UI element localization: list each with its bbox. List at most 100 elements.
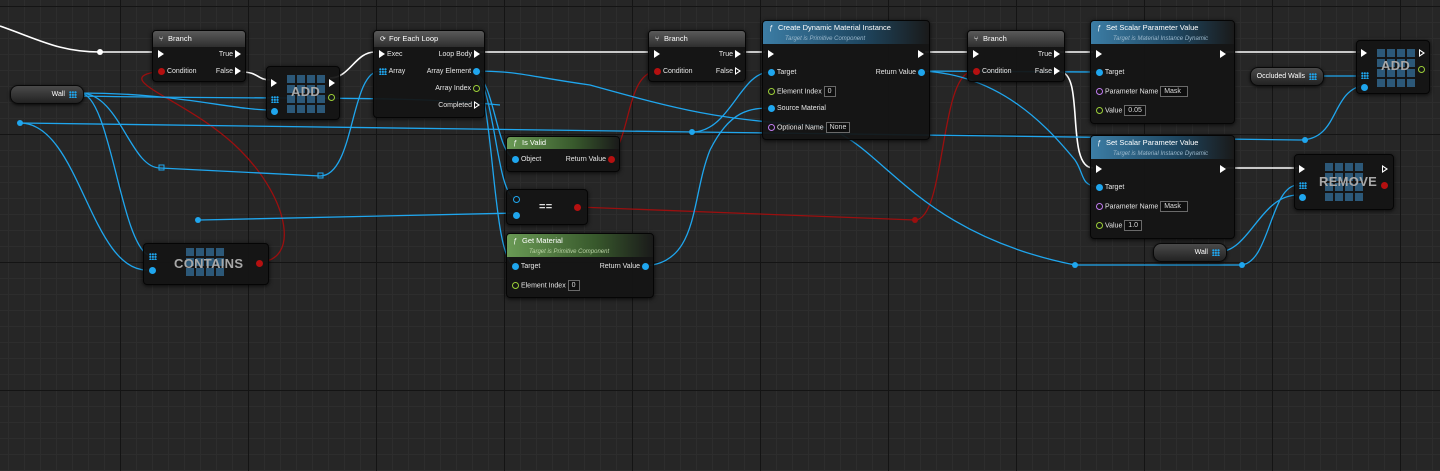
remove-array-node[interactable]: REMOVE: [1294, 154, 1394, 210]
for-each-loop-node[interactable]: ⟳ For Each Loop Exec Array Loop Body Arra…: [373, 30, 485, 118]
parameter-name-field[interactable]: Mask: [1160, 86, 1189, 97]
array-pin[interactable]: [1361, 71, 1369, 79]
node-title: REMOVE: [1319, 174, 1378, 189]
add-array-node-1[interactable]: ADD: [266, 66, 340, 120]
index-pin[interactable]: [1418, 65, 1425, 73]
condition-pin[interactable]: [654, 67, 661, 75]
return-pin[interactable]: [608, 155, 615, 163]
bool-wire: [141, 71, 285, 263]
item-pin[interactable]: [149, 266, 156, 274]
occluded-walls-variable[interactable]: Occluded Walls: [1250, 67, 1324, 86]
exec-wire: [0, 25, 152, 53]
exec-in-pin[interactable]: [1299, 165, 1305, 174]
optional-name-pin[interactable]: [768, 124, 775, 131]
exec-false-pin[interactable]: [235, 67, 241, 76]
return-pin[interactable]: [642, 262, 649, 270]
exec-in-pin[interactable]: [158, 50, 164, 59]
exec-in-pin[interactable]: [654, 50, 660, 59]
array-index-pin[interactable]: [473, 84, 480, 92]
exec-in-pin[interactable]: [1096, 50, 1102, 59]
value-field[interactable]: 0.05: [1124, 105, 1146, 116]
array-pin[interactable]: [271, 95, 279, 103]
wall-variable-2[interactable]: Wall: [1153, 243, 1227, 262]
result-pin[interactable]: [1381, 181, 1388, 189]
completed-pin[interactable]: [474, 101, 480, 110]
add-array-node-2[interactable]: ADD: [1356, 40, 1430, 94]
element-index-pin[interactable]: [768, 88, 775, 95]
exec-in-pin[interactable]: [768, 50, 774, 59]
array-pin[interactable]: [379, 67, 387, 75]
exec-label: Exec: [386, 51, 403, 58]
exec-true-pin[interactable]: [235, 50, 241, 59]
item-pin[interactable]: [1361, 83, 1368, 91]
result-pin[interactable]: [256, 259, 263, 267]
target-pin[interactable]: [1096, 183, 1103, 191]
branch-node-3[interactable]: ⑂ Branch True Condition False: [967, 30, 1065, 82]
element-index-pin[interactable]: [512, 282, 519, 289]
equals-node[interactable]: ==: [506, 189, 588, 225]
array-pin[interactable]: [69, 91, 77, 98]
exec-false-pin[interactable]: [735, 67, 741, 76]
optional-name-field[interactable]: None: [825, 122, 851, 133]
value-pin[interactable]: [1096, 222, 1103, 229]
target-label: Target: [1104, 69, 1125, 76]
parameter-name-label: Parameter Name: [1104, 203, 1159, 211]
exec-true-pin[interactable]: [1054, 50, 1060, 59]
exec-in-pin[interactable]: [379, 50, 385, 59]
object-wire: [79, 92, 273, 111]
exec-in-pin[interactable]: [973, 50, 979, 59]
branch-icon: ⑂: [655, 36, 660, 43]
exec-false-pin[interactable]: [1054, 67, 1060, 76]
get-material-node[interactable]: ƒ Get Material Target is Primitive Compone…: [506, 233, 654, 298]
return-pin[interactable]: [574, 203, 581, 211]
array-pin[interactable]: [1309, 73, 1317, 80]
node-title: Branch: [664, 34, 688, 43]
create-dynamic-material-instance-node[interactable]: ƒ Create Dynamic Material Instance Target …: [762, 20, 930, 140]
branch-node-2[interactable]: ⑂ Branch True Condition False: [648, 30, 746, 82]
item-pin[interactable]: [271, 107, 278, 115]
array-pin[interactable]: [1299, 181, 1307, 189]
return-pin[interactable]: [918, 68, 925, 76]
exec-out-pin[interactable]: [1382, 165, 1388, 174]
exec-in-pin[interactable]: [1361, 49, 1367, 58]
wall-variable-1[interactable]: Wall: [10, 85, 84, 104]
branch-node-1[interactable]: ⑂ Branch True Condition False: [152, 30, 246, 82]
array-element-pin[interactable]: [473, 67, 480, 75]
exec-out-pin[interactable]: [918, 50, 924, 59]
parameter-name-pin[interactable]: [1096, 203, 1103, 210]
condition-pin[interactable]: [158, 67, 165, 75]
condition-pin[interactable]: [973, 67, 980, 75]
exec-out-pin[interactable]: [1220, 165, 1226, 174]
value-field[interactable]: 1.0: [1124, 220, 1143, 231]
source-material-pin[interactable]: [768, 104, 775, 112]
a-pin[interactable]: [513, 195, 520, 203]
object-pin[interactable]: [512, 155, 519, 163]
b-pin[interactable]: [513, 211, 520, 219]
is-valid-node[interactable]: ƒ Is Valid Object Return Value: [506, 136, 620, 172]
exec-in-pin[interactable]: [271, 79, 277, 88]
target-pin[interactable]: [1096, 68, 1103, 76]
element-index-field[interactable]: 0: [567, 280, 580, 291]
value-pin[interactable]: [1096, 107, 1103, 114]
exec-in-pin[interactable]: [1096, 165, 1102, 174]
exec-out-pin[interactable]: [329, 79, 335, 88]
exec-out-pin[interactable]: [1419, 49, 1425, 58]
node-subtitle: Target is Material Instance Dynamic: [1113, 151, 1209, 157]
parameter-name-pin[interactable]: [1096, 88, 1103, 95]
exec-out-pin[interactable]: [1220, 50, 1226, 59]
array-pin[interactable]: [149, 252, 157, 260]
reroute-knot: [689, 129, 695, 135]
exec-true-pin[interactable]: [735, 50, 741, 59]
target-pin[interactable]: [768, 68, 775, 76]
set-scalar-parameter-node-1[interactable]: ƒ Set Scalar Parameter Value Target is Mat…: [1090, 20, 1235, 124]
index-pin[interactable]: [328, 93, 335, 101]
target-pin[interactable]: [512, 262, 519, 270]
loop-body-pin[interactable]: [474, 50, 480, 59]
set-scalar-parameter-node-2[interactable]: ƒ Set Scalar Parameter Value Target is Mat…: [1090, 135, 1235, 239]
contains-node[interactable]: CONTAINS: [143, 243, 269, 285]
element-index-field[interactable]: 0: [823, 86, 836, 97]
array-pin[interactable]: [1212, 249, 1220, 256]
object-label: Object: [520, 156, 542, 163]
item-pin[interactable]: [1299, 193, 1306, 201]
parameter-name-field[interactable]: Mask: [1160, 201, 1189, 212]
